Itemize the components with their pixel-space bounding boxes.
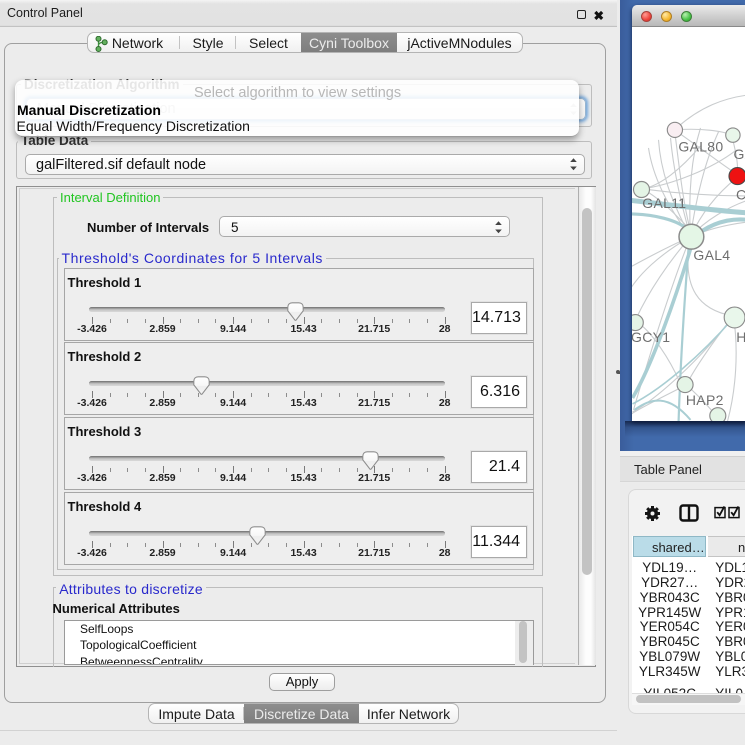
svg-text:HAP2: HAP2 <box>685 392 723 408</box>
svg-text:GAL80: GAL80 <box>678 138 723 154</box>
svg-text:HA: HA <box>736 329 745 345</box>
svg-text:GA: GA <box>733 146 745 162</box>
svg-text:GAL11: GAL11 <box>642 195 686 211</box>
svg-text:GAL4: GAL4 <box>693 247 730 263</box>
svg-text:GCY1: GCY1 <box>632 329 670 345</box>
svg-text:C: C <box>736 186 745 202</box>
